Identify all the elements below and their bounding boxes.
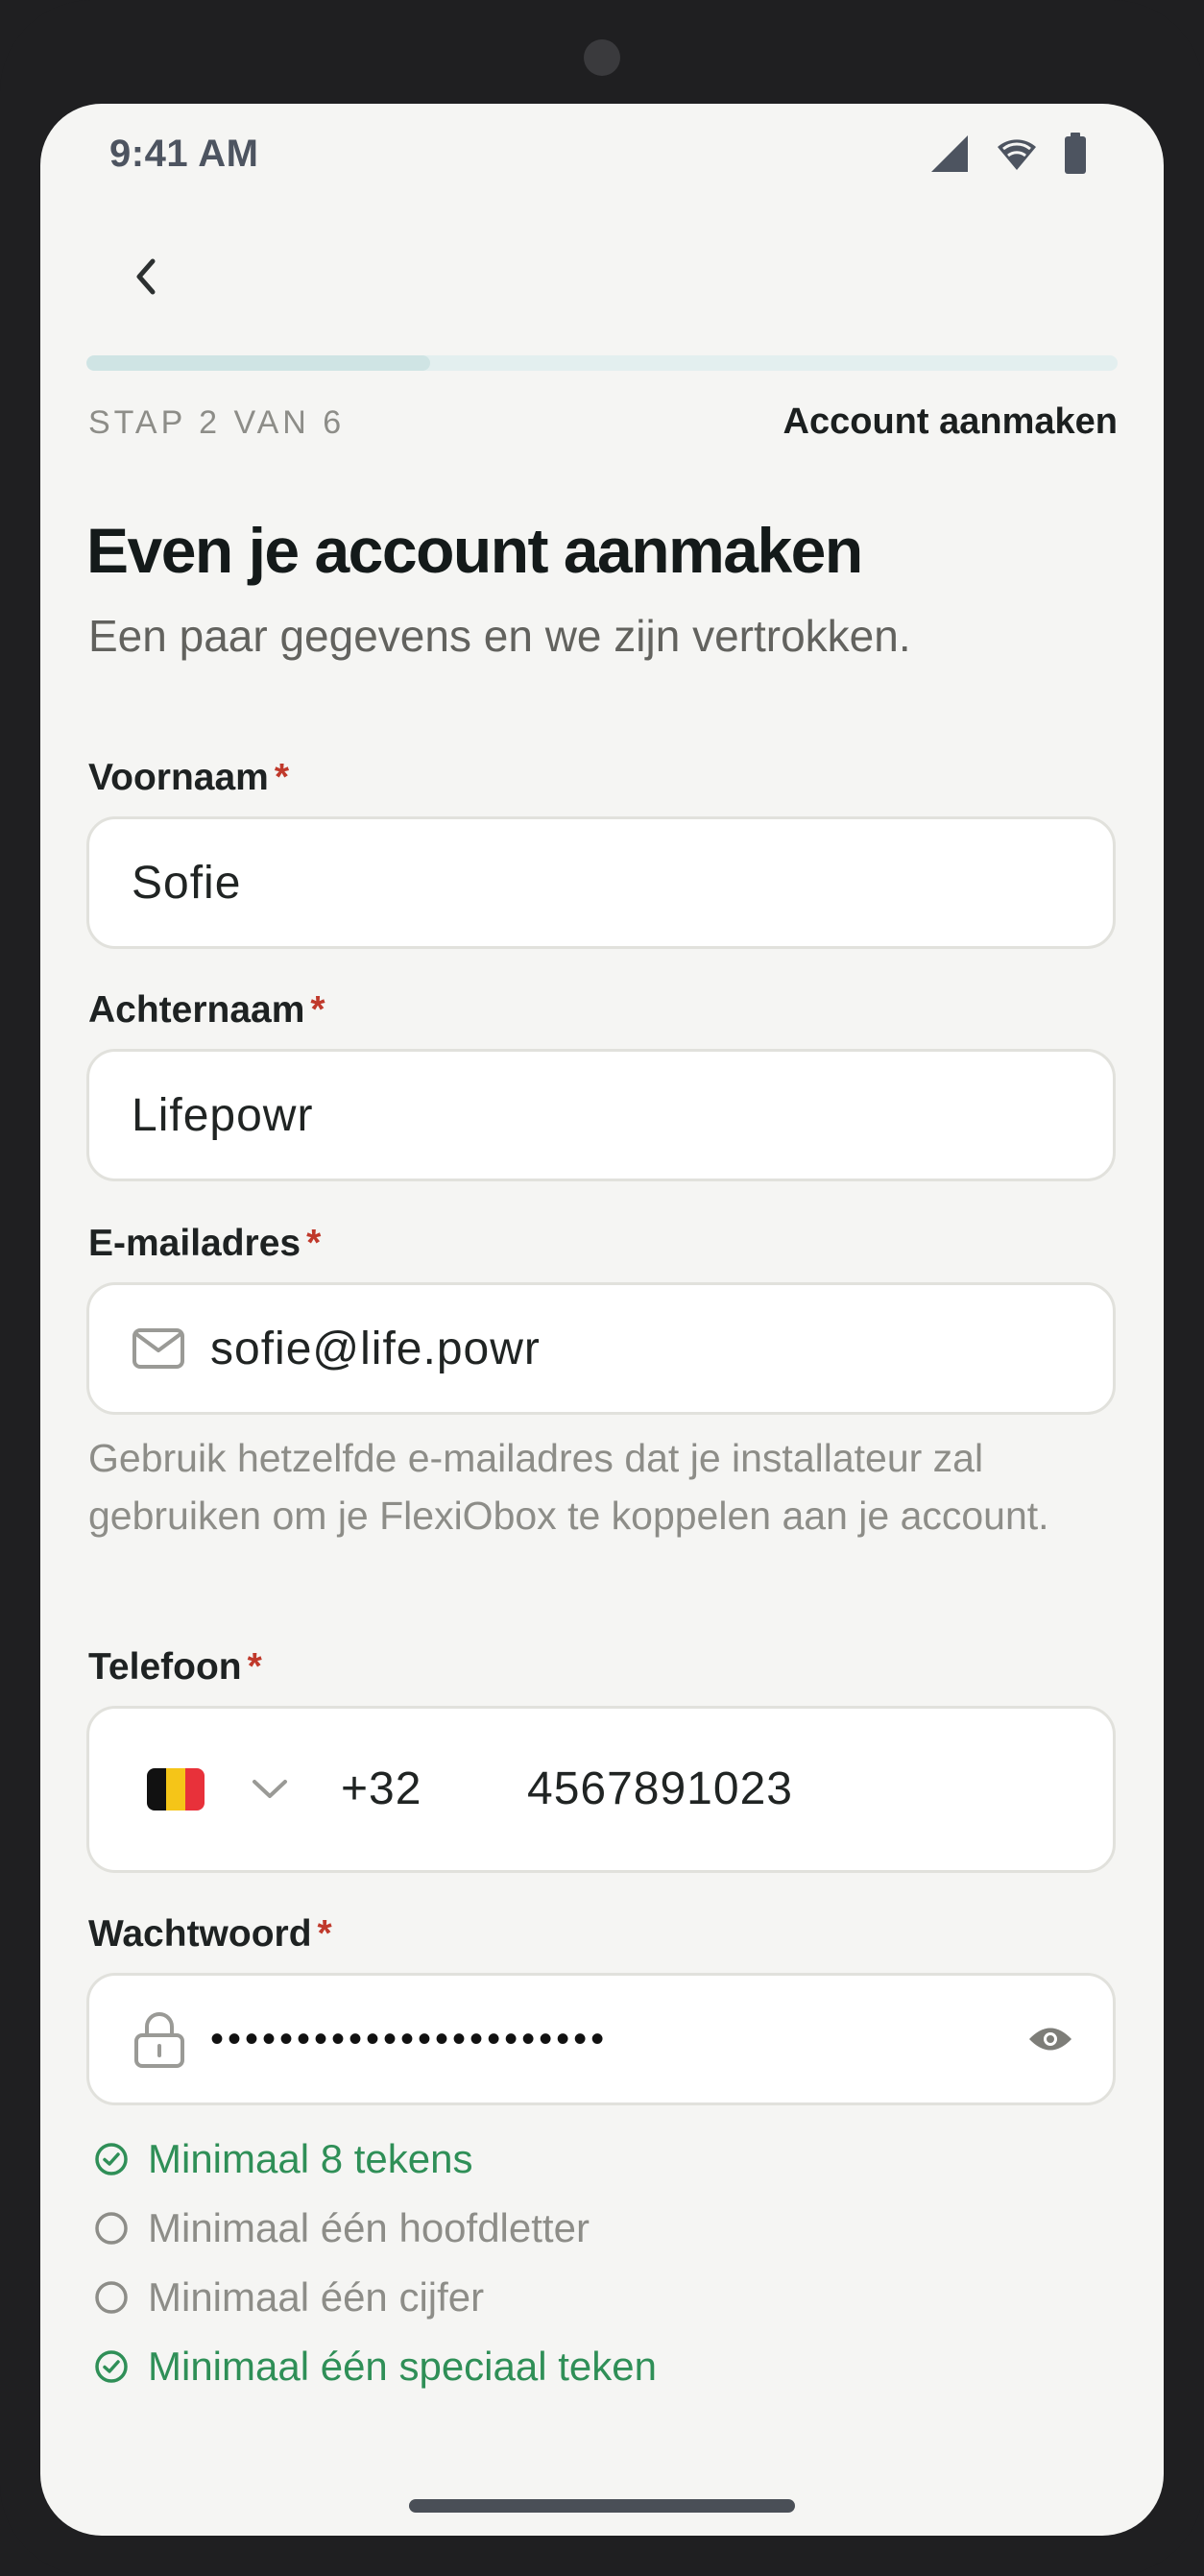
progress-fill	[86, 355, 430, 371]
required-mark: *	[247, 1646, 262, 1688]
progress-bar	[86, 355, 1118, 371]
battery-icon	[1065, 133, 1086, 174]
password-rule-item: Minimaal één hoofdletter	[94, 2199, 590, 2257]
first-name-field[interactable]: Sofie	[86, 816, 1116, 949]
empty-circle-icon	[95, 2212, 128, 2245]
status-time: 9:41 AM	[109, 133, 259, 175]
first-name-label-text: Voornaam	[88, 757, 269, 798]
check-circle-icon	[95, 2350, 128, 2383]
password-label: Wachtwoord *	[88, 1908, 332, 1961]
password-rule-text: Minimaal één cijfer	[148, 2274, 485, 2320]
email-help-text: Gebruik hetzelfde e-mailadres dat je ins…	[88, 1436, 1049, 1538]
flag-stripe-yellow	[166, 1768, 185, 1810]
app-screen: 9:41 AM STAP 2 VAN 6 Account aanmaken Ev…	[40, 104, 1164, 2536]
back-button[interactable]	[108, 238, 184, 315]
password-rule-text: Minimaal één speciaal teken	[148, 2344, 657, 2389]
cellular-signal-icon	[931, 135, 968, 172]
phone-field: +32 4567891023	[86, 1706, 1116, 1873]
page-title: Even je account aanmaken	[86, 515, 863, 586]
email-label: E-mailadres *	[88, 1217, 321, 1271]
lock-icon	[134, 2012, 184, 2068]
password-field[interactable]: •••••••••••••••••••••••	[86, 1973, 1116, 2105]
page-subtitle: Een paar gegevens en we zijn vertrokken.	[88, 611, 911, 661]
required-mark: *	[306, 1223, 322, 1264]
email-label-text: E-mailadres	[88, 1223, 301, 1264]
password-rule-item: Minimaal één speciaal teken	[94, 2338, 657, 2395]
chevron-down-icon	[253, 1780, 287, 1798]
password-rule-text: Minimaal één hoofdletter	[148, 2205, 590, 2250]
country-code: +32	[341, 1763, 422, 1814]
step-title: Account aanmaken	[783, 401, 1118, 442]
last-name-field[interactable]: Lifepowr	[86, 1049, 1116, 1181]
last-name-label: Achternaam *	[88, 984, 325, 1037]
first-name-label: Voornaam *	[88, 751, 289, 805]
belgium-flag-icon	[147, 1768, 205, 1810]
phone-label-text: Telefoon	[88, 1646, 242, 1688]
phone-number-input[interactable]: 4567891023	[527, 1709, 793, 1870]
toggle-password-visibility-button[interactable]	[1026, 2018, 1074, 2060]
last-name-label-text: Achternaam	[88, 989, 305, 1031]
required-mark: *	[310, 989, 325, 1031]
last-name-value: Lifepowr	[132, 1089, 314, 1141]
status-icons	[929, 127, 1087, 181]
phone-label: Telefoon *	[88, 1640, 262, 1694]
chevron-left-icon	[136, 258, 156, 295]
home-indicator[interactable]	[409, 2499, 795, 2513]
password-rule-item: Minimaal 8 tekens	[94, 2130, 472, 2188]
password-rule-item: Minimaal één cijfer	[94, 2269, 484, 2326]
required-mark: *	[317, 1913, 332, 1955]
required-mark: *	[274, 757, 290, 798]
password-label-text: Wachtwoord	[88, 1913, 312, 1955]
password-rule-text: Minimaal 8 tekens	[148, 2136, 473, 2181]
wifi-icon	[998, 139, 1036, 170]
step-counter: STAP 2 VAN 6	[88, 404, 346, 441]
flag-stripe-red	[185, 1768, 205, 1810]
check-circle-icon	[95, 2143, 128, 2175]
flag-stripe-black	[147, 1768, 166, 1810]
phone-frame: 9:41 AM STAP 2 VAN 6 Account aanmaken Ev…	[0, 0, 1204, 2576]
front-camera	[584, 39, 620, 76]
country-selector[interactable]	[147, 1709, 301, 1870]
password-masked-value: •••••••••••••••••••••••	[210, 2017, 609, 2060]
email-field[interactable]: sofie@life.powr	[86, 1282, 1116, 1415]
empty-circle-icon	[95, 2281, 128, 2314]
first-name-value: Sofie	[132, 857, 242, 909]
mail-icon	[132, 1328, 184, 1369]
email-value: sofie@life.powr	[210, 1323, 541, 1374]
eye-icon	[1029, 2028, 1072, 2051]
